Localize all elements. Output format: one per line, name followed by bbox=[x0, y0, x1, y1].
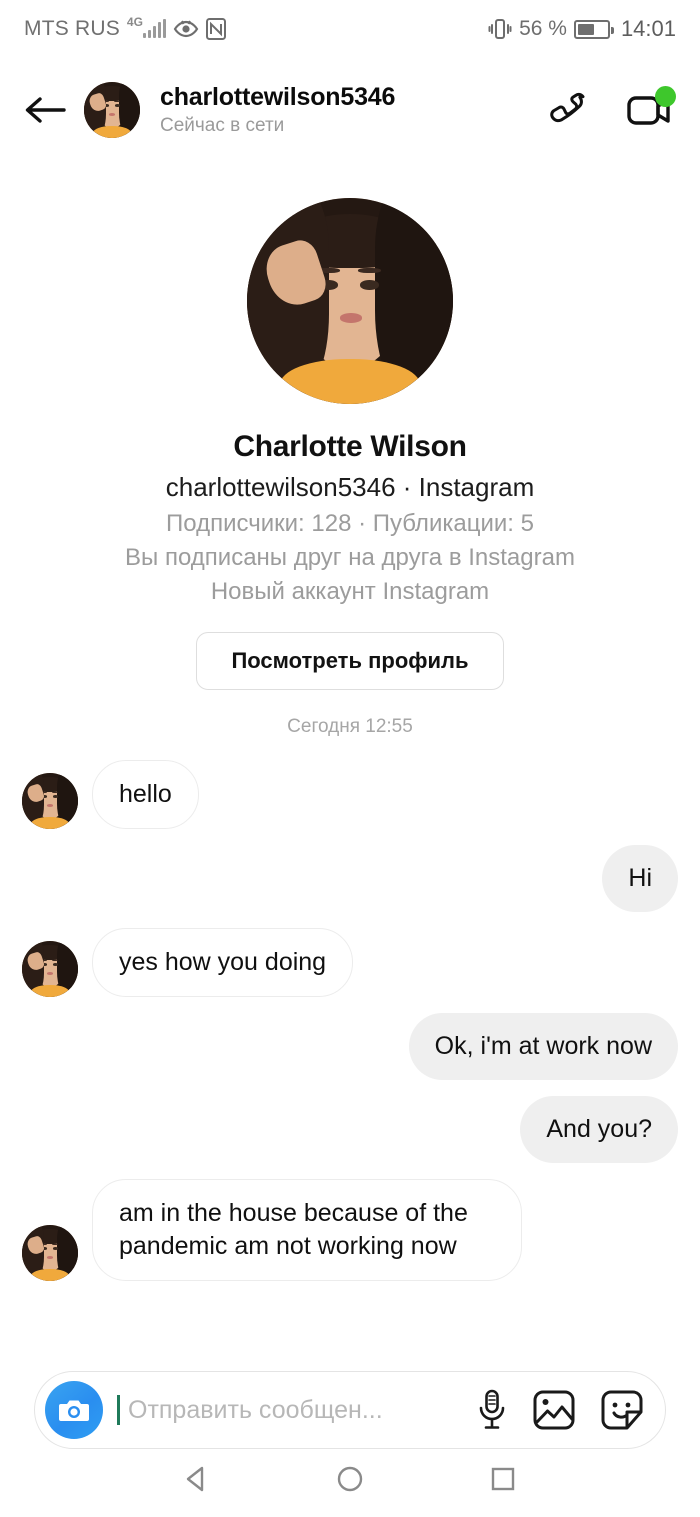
profile-display-name: Charlotte Wilson bbox=[233, 430, 467, 463]
online-badge-dot bbox=[655, 86, 676, 107]
chat-scroll-area[interactable]: Charlotte Wilson charlottewilson5346 · I… bbox=[0, 162, 700, 1380]
message-bubble[interactable]: And you? bbox=[520, 1096, 678, 1163]
battery-percent-label: 56 % bbox=[519, 17, 567, 40]
clock-label: 14:01 bbox=[620, 16, 676, 41]
nav-home-button[interactable] bbox=[320, 1449, 380, 1509]
message-bubble[interactable]: am in the house because of the pandemic … bbox=[92, 1179, 522, 1281]
message-bubble[interactable]: hello bbox=[92, 760, 199, 829]
profile-card: Charlotte Wilson charlottewilson5346 · I… bbox=[0, 162, 700, 738]
message-row: yes how you doing bbox=[0, 928, 700, 997]
triangle-back-icon bbox=[186, 1466, 203, 1491]
message-row: hello bbox=[0, 760, 700, 829]
message-row: am in the house because of the pandemic … bbox=[0, 1179, 700, 1281]
phone-call-button[interactable] bbox=[548, 88, 592, 132]
avatar[interactable] bbox=[22, 1225, 78, 1281]
profile-avatar[interactable] bbox=[247, 198, 453, 404]
message-row: Hi bbox=[0, 845, 700, 912]
chat-header: charlottewilson5346 Сейчас в сети bbox=[0, 58, 700, 162]
nav-back-button[interactable] bbox=[167, 1449, 227, 1509]
circle-home-icon bbox=[337, 1466, 363, 1491]
microphone-button[interactable] bbox=[477, 1389, 507, 1431]
microphone-icon bbox=[479, 1389, 505, 1429]
header-avatar[interactable] bbox=[84, 82, 140, 138]
square-recents-icon bbox=[492, 1467, 515, 1490]
profile-stats: Подписчики: 128 · Публикации: 5 bbox=[166, 510, 534, 537]
profile-new-account: Новый аккаунт Instagram bbox=[210, 578, 490, 605]
carrier-label: MTS RUS bbox=[24, 17, 120, 40]
header-username: charlottewilson5346 bbox=[160, 83, 396, 112]
nav-recents-button[interactable] bbox=[473, 1449, 533, 1509]
message-list: hello Hi yes how you doing Ok, i'm at wo… bbox=[0, 760, 700, 1281]
image-icon bbox=[533, 1390, 575, 1430]
profile-handle: charlottewilson5346 · Instagram bbox=[165, 472, 535, 502]
text-cursor bbox=[117, 1395, 120, 1425]
back-arrow-icon bbox=[25, 97, 66, 123]
android-nav-bar bbox=[0, 1440, 700, 1517]
message-input[interactable]: Отправить сообщен... bbox=[128, 1396, 473, 1425]
header-online-status: Сейчас в сети bbox=[160, 114, 285, 136]
network-type-label: 4G bbox=[126, 15, 143, 29]
message-bubble[interactable]: Ok, i'm at work now bbox=[408, 1013, 678, 1080]
profile-mutual-follow: Вы подписаны друг на друга в Instagram bbox=[125, 544, 575, 571]
avatar[interactable] bbox=[22, 773, 78, 829]
signal-bars-icon: 4G bbox=[127, 15, 166, 38]
camera-icon bbox=[59, 1400, 89, 1421]
message-bubble[interactable]: yes how you doing bbox=[92, 928, 354, 997]
nfc-icon bbox=[205, 18, 226, 40]
video-call-button[interactable] bbox=[626, 86, 676, 130]
status-bar-left: MTS RUS 4G bbox=[24, 15, 226, 41]
gallery-button[interactable] bbox=[533, 1390, 575, 1430]
camera-button[interactable] bbox=[45, 1381, 103, 1439]
message-row: Ok, i'm at work now bbox=[0, 1013, 700, 1080]
header-actions bbox=[548, 86, 678, 132]
composer-actions bbox=[477, 1389, 647, 1431]
message-row: And you? bbox=[0, 1096, 700, 1163]
back-button[interactable] bbox=[22, 87, 68, 133]
vibrate-icon bbox=[488, 18, 512, 40]
battery-icon bbox=[573, 19, 614, 39]
status-bar-right: 56 % 14:01 bbox=[488, 16, 676, 42]
sticker-icon bbox=[601, 1390, 643, 1430]
sticker-button[interactable] bbox=[601, 1390, 643, 1430]
chat-screen: MTS RUS 4G 56 % 14:01 charlottewilson534… bbox=[0, 0, 700, 1517]
avatar[interactable] bbox=[22, 941, 78, 997]
header-title-block[interactable]: charlottewilson5346 Сейчас в сети bbox=[160, 83, 532, 137]
composer-pill[interactable]: Отправить сообщен... bbox=[34, 1371, 666, 1449]
conversation-daystamp: Сегодня 12:55 bbox=[287, 716, 413, 737]
message-bubble[interactable]: Hi bbox=[602, 845, 678, 912]
view-profile-button[interactable]: Посмотреть профиль bbox=[196, 632, 504, 690]
phone-icon bbox=[550, 92, 585, 123]
message-composer: Отправить сообщен... bbox=[0, 1371, 700, 1449]
eye-icon bbox=[173, 19, 199, 39]
status-bar: MTS RUS 4G 56 % 14:01 bbox=[0, 0, 700, 58]
